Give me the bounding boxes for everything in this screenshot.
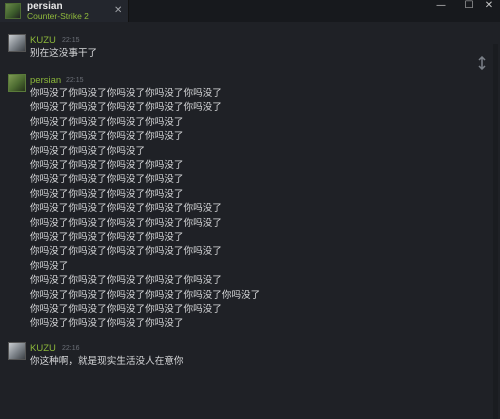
- sender-name[interactable]: persian: [30, 75, 61, 86]
- avatar-icon[interactable]: [8, 342, 26, 360]
- message-line: 你吗没了你吗没了你吗没了你吗没了: [30, 188, 184, 200]
- message-line: 你吗没了: [30, 260, 69, 272]
- sender-name[interactable]: KUZU: [30, 343, 56, 354]
- scroll-lock-icon[interactable]: [473, 55, 491, 74]
- tab-close-icon[interactable]: ✕: [114, 5, 122, 16]
- message-line: 你吗没了你吗没了你吗没了你吗没了: [30, 232, 184, 243]
- close-icon[interactable]: ✕: [478, 0, 500, 14]
- avatar-icon[interactable]: [8, 74, 26, 92]
- message-line: 你这种啊，就是现实生活没人在意你: [30, 356, 184, 367]
- message-line: 你吗没了你吗没了你吗没了你吗没了你吗没了: [30, 304, 222, 315]
- message-line: 别在这没事干了: [30, 48, 98, 59]
- avatar-icon[interactable]: [8, 34, 26, 52]
- scroll-lock-icon-glyph: [478, 55, 486, 71]
- chat-log[interactable]: KUZU 22:15 别在这没事干了 persian 22:15 你吗没了你吗没了你吗没了…: [0, 22, 500, 419]
- message-timestamp: 22:15: [66, 77, 84, 84]
- message-line: 你吗没了你吗没了你吗没了你吗没了你吗没了: [30, 88, 222, 99]
- message-line: 你吗没了你吗没了你吗没了你吗没了你吗没了: [30, 246, 222, 258]
- message-line: 你吗没了你吗没了你吗没了你吗没了: [30, 131, 184, 143]
- message-line: 你吗没了你吗没了你吗没了你吗没了: [30, 160, 184, 171]
- sender-name[interactable]: KUZU: [30, 35, 56, 46]
- message-line: 你吗没了你吗没了你吗没了你吗没了你吗没了: [30, 217, 222, 229]
- message-timestamp: 22:16: [62, 345, 80, 352]
- message-line: 你吗没了你吗没了你吗没了你吗没了你吗没了你吗没了: [30, 289, 261, 301]
- message-line: 你吗没了你吗没了你吗没了你吗没了: [30, 174, 184, 186]
- friend-avatar-icon: [5, 3, 21, 19]
- tab-friend-status: Counter-Strike 2: [27, 11, 89, 21]
- message-line: 你吗没了你吗没了你吗没了你吗没了: [30, 116, 184, 128]
- minimize-icon[interactable]: —: [430, 0, 452, 14]
- message-timestamp: 22:15: [62, 37, 80, 44]
- chat-tab[interactable]: persian Counter-Strike 2 ✕: [0, 0, 129, 22]
- message-line: 你吗没了你吗没了你吗没了你吗没了你吗没了: [30, 203, 222, 215]
- maximize-icon[interactable]: ☐: [458, 0, 480, 14]
- message-line: 你吗没了你吗没了你吗没了你吗没了你吗没了: [30, 102, 222, 114]
- message-line: 你吗没了你吗没了你吗没了你吗没了: [30, 318, 184, 330]
- chat-scrollbar[interactable]: [493, 44, 498, 419]
- message-line: 你吗没了你吗没了你吗没了你吗没了你吗没了: [30, 275, 222, 287]
- title-bar: persian Counter-Strike 2 ✕ — ☐ ✕: [0, 0, 500, 22]
- message-line: 你吗没了你吗没了你吗没了: [30, 145, 146, 157]
